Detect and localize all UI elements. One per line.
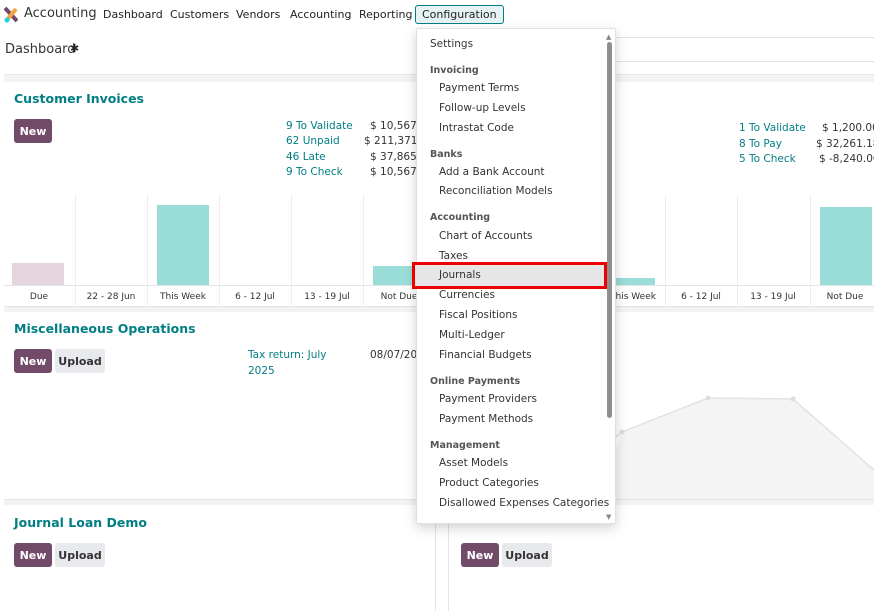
axis-label: Due <box>29 292 49 302</box>
nav-dashboard[interactable]: Dashboard <box>103 8 163 21</box>
new-button[interactable]: New <box>461 543 499 567</box>
upload-button[interactable]: Upload <box>502 543 552 567</box>
app-name[interactable]: Accounting <box>24 6 97 21</box>
stat-to-check[interactable]: 9 To Check <box>286 166 343 178</box>
scroll-down-arrow-icon[interactable]: ▼ <box>606 513 611 521</box>
stat-amount: $ 32,261.18 <box>816 138 874 150</box>
menu-header-management: Management <box>430 440 500 451</box>
menu-item-reconciliation-models[interactable]: Reconciliation Models <box>439 185 553 197</box>
upload-button[interactable]: Upload <box>55 543 105 567</box>
misc-operations-title[interactable]: Miscellaneous Operations <box>14 321 196 336</box>
grid-line <box>737 195 738 305</box>
axis-label: 22 - 28 Jun <box>86 292 136 302</box>
menu-header-banks: Banks <box>430 149 463 160</box>
grid-line <box>665 195 666 305</box>
axis-label: Not Due <box>826 292 864 302</box>
configuration-dropdown: Settings Invoicing Payment Terms Follow-… <box>412 28 616 524</box>
grid-line <box>147 195 148 305</box>
menu-item-intrastat-code[interactable]: Intrastat Code <box>439 122 514 134</box>
menu-item-product-categories[interactable]: Product Categories <box>439 477 539 489</box>
chart-bar-this-week[interactable] <box>613 278 655 285</box>
nav-vendors[interactable]: Vendors <box>236 8 280 21</box>
axis-label: 13 - 19 Jul <box>750 292 796 302</box>
tax-return-entry-line1[interactable]: Tax return: July <box>248 349 327 361</box>
chart-bar-this-week[interactable] <box>157 205 209 285</box>
menu-header-online-payments: Online Payments <box>430 376 521 387</box>
menu-item-payment-terms[interactable]: Payment Terms <box>439 82 519 94</box>
menu-item-asset-models[interactable]: Asset Models <box>439 457 508 469</box>
chart-point <box>705 395 711 401</box>
menu-item-chart-of-accounts[interactable]: Chart of Accounts <box>439 230 533 242</box>
menu-item-journals[interactable]: Journals <box>439 269 481 281</box>
stat-amount: $ 1,200.00 <box>822 122 874 134</box>
page-title: Dashboard <box>5 42 76 57</box>
odoo-accounting-logo-icon <box>4 7 18 23</box>
nav-accounting[interactable]: Accounting <box>290 8 351 21</box>
menu-item-taxes[interactable]: Taxes <box>439 250 468 262</box>
chart-bar-due[interactable] <box>12 263 64 285</box>
menu-item-disallowed-expenses-categories[interactable]: Disallowed Expenses Categories <box>439 497 609 509</box>
axis-label: 13 - 19 Jul <box>304 292 350 302</box>
stat-to-validate[interactable]: 9 To Validate <box>286 120 353 132</box>
stat-to-check[interactable]: 5 To Check <box>739 153 796 165</box>
grid-line <box>291 195 292 305</box>
chart-axis <box>4 285 435 286</box>
nav-customers[interactable]: Customers <box>170 8 229 21</box>
stat-late[interactable]: 46 Late <box>286 151 326 163</box>
menu-scrollbar[interactable] <box>607 42 612 418</box>
menu-item-financial-budgets[interactable]: Financial Budgets <box>439 349 532 361</box>
grid-line <box>363 195 364 305</box>
tax-return-entry-line2[interactable]: 2025 <box>248 365 275 377</box>
scroll-up-arrow-icon[interactable]: ▲ <box>606 33 611 41</box>
axis-label: 6 - 12 Jul <box>681 292 721 302</box>
menu-item-payment-methods[interactable]: Payment Methods <box>439 413 533 425</box>
stat-unpaid[interactable]: 62 Unpaid <box>286 135 340 147</box>
new-invoice-button[interactable]: New <box>14 119 52 143</box>
menu-item-settings[interactable]: Settings <box>430 38 473 50</box>
axis-label: 6 - 12 Jul <box>235 292 275 302</box>
menu-item-payment-providers[interactable]: Payment Providers <box>439 393 537 405</box>
menu-item-currencies[interactable]: Currencies <box>439 289 495 301</box>
menu-header-accounting: Accounting <box>430 212 491 223</box>
upload-button[interactable]: Upload <box>55 349 105 373</box>
area-fill <box>599 398 874 500</box>
stat-amount: $ -8,240.00 <box>819 153 874 165</box>
chart-point <box>790 396 796 402</box>
grid-line <box>75 195 76 305</box>
stat-to-validate[interactable]: 1 To Validate <box>739 122 806 134</box>
menu-item-multi-ledger[interactable]: Multi-Ledger <box>439 329 505 341</box>
menu-item-add-bank-account[interactable]: Add a Bank Account <box>439 166 545 178</box>
menu-item-fiscal-positions[interactable]: Fiscal Positions <box>439 309 517 321</box>
top-navbar: Accounting Dashboard Customers Vendors A… <box>0 0 874 30</box>
menu-item-follow-up-levels[interactable]: Follow-up Levels <box>439 102 526 114</box>
new-button[interactable]: New <box>14 349 52 373</box>
chart-point <box>619 429 625 435</box>
grid-line <box>219 195 220 305</box>
grid-line <box>810 195 811 305</box>
axis-label: This Week <box>160 292 206 302</box>
nav-reporting[interactable]: Reporting <box>359 8 412 21</box>
journal-loan-demo-title[interactable]: Journal Loan Demo <box>14 515 147 530</box>
stat-to-pay[interactable]: 8 To Pay <box>739 138 782 150</box>
chart-bar-not-due[interactable] <box>820 207 872 285</box>
gear-icon[interactable]: ✱ <box>70 42 79 55</box>
nav-configuration[interactable]: Configuration <box>415 5 504 24</box>
new-button[interactable]: New <box>14 543 52 567</box>
search-input[interactable] <box>615 37 874 62</box>
customer-invoices-title[interactable]: Customer Invoices <box>14 91 144 106</box>
menu-header-invoicing: Invoicing <box>430 65 479 76</box>
